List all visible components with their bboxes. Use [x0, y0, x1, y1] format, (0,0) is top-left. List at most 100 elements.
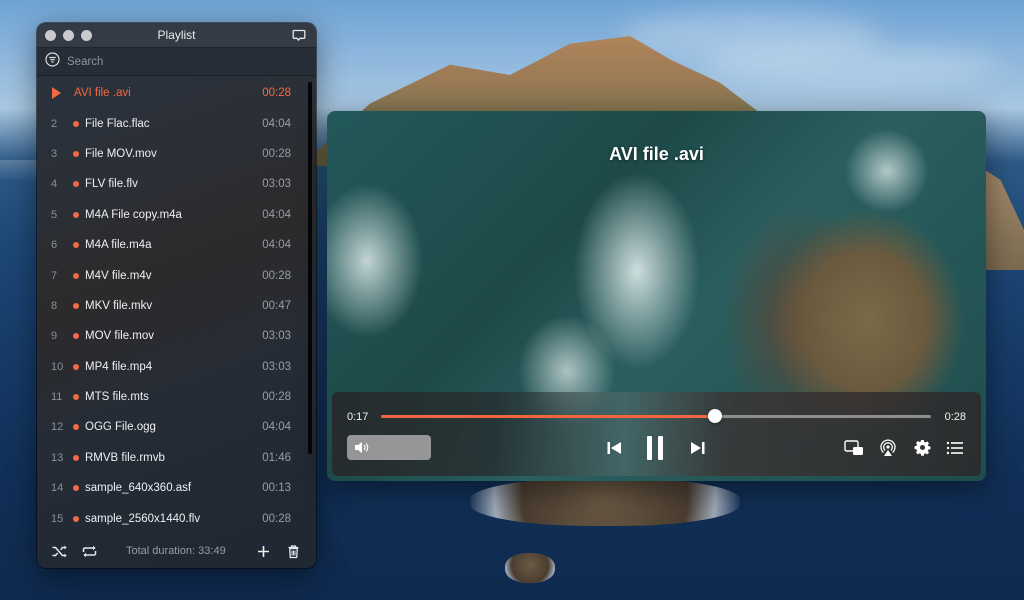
playlist-item-number: 7	[51, 269, 58, 282]
playlist-item-duration: 00:28	[262, 87, 291, 100]
seek-bar[interactable]	[381, 409, 931, 423]
playlist-item[interactable]: 10 MP4 file.mp4 03:03	[37, 352, 316, 382]
playlist-item[interactable]: 8 MKV file.mkv 00:47	[37, 291, 316, 321]
playlist-item-duration: 04:04	[262, 117, 291, 130]
playlist-item[interactable]: 5 M4A File copy.m4a 04:04	[37, 200, 316, 230]
playlist-item-duration: 00:28	[262, 147, 291, 160]
picture-in-picture-icon	[844, 439, 863, 455]
zoom-button[interactable]	[81, 29, 92, 41]
playlist-item-name: sample_640x360.asf	[85, 482, 192, 495]
cliff	[985, 170, 1024, 270]
playlist-item-duration: 04:04	[262, 208, 291, 221]
playlist-item[interactable]: 14 sample_640x360.asf 00:13	[37, 473, 316, 503]
shore	[0, 160, 40, 180]
skip-previous-icon	[607, 441, 621, 454]
settings-button[interactable]	[911, 435, 933, 460]
total-time: 0:28	[944, 411, 966, 423]
playlist-item-name: M4A File copy.m4a	[85, 208, 182, 221]
playlist-item-number: 4	[51, 178, 58, 191]
playlist-item-name: MOV file.mov	[85, 330, 155, 343]
playback-controls: 0:17 0:28	[332, 392, 981, 476]
shuffle-icon[interactable]	[51, 543, 68, 560]
playlist-item-number: 2	[51, 117, 58, 130]
unplayed-dot-icon	[73, 333, 79, 340]
unplayed-dot-icon	[73, 150, 79, 157]
unplayed-dot-icon	[73, 120, 79, 127]
unplayed-dot-icon	[73, 424, 79, 431]
playlist-item-name: RMVB file.rmvb	[85, 451, 165, 464]
airplay-button[interactable]	[877, 435, 899, 460]
repeat-icon[interactable]	[81, 543, 98, 560]
playlist-item-number: 10	[51, 360, 64, 373]
islet	[470, 478, 740, 526]
volume-control[interactable]	[347, 435, 431, 460]
unplayed-dot-icon	[73, 302, 79, 309]
playlist-item-number: 15	[51, 512, 64, 525]
playlist-item-name: MKV file.mkv	[85, 299, 153, 312]
playlist-item-name: AVI file .avi	[74, 87, 131, 100]
playlist-item[interactable]: 6 M4A file.m4a 04:04	[37, 230, 316, 260]
unplayed-dot-icon	[73, 211, 79, 218]
window-controls	[45, 29, 92, 41]
airplay-icon	[880, 438, 896, 456]
playlist-item[interactable]: 12 OGG File.ogg 04:04	[37, 412, 316, 442]
pause-icon	[647, 435, 663, 460]
next-button[interactable]	[686, 435, 710, 460]
unplayed-dot-icon	[73, 394, 79, 401]
previous-button[interactable]	[602, 435, 626, 460]
playlist-list: AVI file .avi 00:28 2 File Flac.flac 04:04 3 F…	[37, 78, 316, 535]
playlist-item[interactable]: 2 File Flac.flac 04:04	[37, 108, 316, 138]
plus-icon[interactable]	[255, 543, 272, 560]
playlist-window: Playlist AVI file .avi 00:28 2 File Flac.fl…	[37, 23, 316, 568]
playlist-item-name: MP4 file.mp4	[85, 360, 153, 373]
playlist-item-name: MTS file.mts	[85, 391, 149, 404]
video-player-window: AVI file .avi 0:17 0:28	[327, 111, 986, 481]
gear-icon	[914, 439, 930, 456]
playlist-item-number: 11	[51, 391, 63, 404]
chat-bubble-icon[interactable]	[292, 28, 306, 42]
playlist-item-duration: 00:28	[262, 512, 291, 525]
playlist-item[interactable]: 15 sample_2560x1440.flv 00:28	[37, 503, 316, 533]
pip-button[interactable]	[843, 435, 865, 460]
unplayed-dot-icon	[73, 363, 79, 370]
islet	[505, 553, 555, 583]
total-duration: Total duration: 33:49	[126, 545, 226, 557]
playlist-item-duration: 00:47	[262, 299, 291, 312]
playlist-titlebar[interactable]: Playlist	[37, 23, 316, 48]
playlist-item-name: OGG File.ogg	[85, 421, 156, 434]
current-time: 0:17	[347, 411, 369, 423]
seek-progress	[381, 415, 715, 418]
playlist-item-duration: 03:03	[262, 330, 291, 343]
playlist-item-number: 8	[51, 299, 58, 312]
filter-icon[interactable]	[45, 51, 60, 72]
playlist-item-number: 3	[51, 147, 58, 160]
playlist-toggle-button[interactable]	[944, 435, 966, 460]
playlist-item-name: sample_2560x1440.flv	[85, 512, 201, 525]
playlist-item[interactable]: 3 File MOV.mov 00:28	[37, 139, 316, 169]
playlist-item[interactable]: 9 MOV file.mov 03:03	[37, 321, 316, 351]
seek-thumb[interactable]	[707, 409, 722, 423]
playlist-item-duration: 01:46	[262, 451, 291, 464]
search-input[interactable]	[67, 55, 287, 68]
trash-icon[interactable]	[285, 543, 302, 560]
playlist-item-duration: 03:03	[262, 360, 291, 373]
unplayed-dot-icon	[73, 485, 79, 492]
playlist-item-number: 5	[51, 208, 58, 221]
playlist-item[interactable]: AVI file .avi 00:28	[37, 78, 316, 108]
playlist-item[interactable]: 13 RMVB file.rmvb 01:46	[37, 443, 316, 473]
list-icon	[946, 441, 963, 454]
playlist-item[interactable]: 7 M4V file.m4v 00:28	[37, 260, 316, 290]
pause-button[interactable]	[643, 435, 667, 460]
playlist-item-duration: 00:28	[262, 269, 291, 282]
playlist-scrollbar[interactable]	[308, 82, 312, 454]
playlist-item-number: 12	[51, 421, 64, 434]
playlist-item[interactable]: 11 MTS file.mts 00:28	[37, 382, 316, 412]
playlist-item-number: 9	[51, 330, 58, 343]
playlist-item-name: M4V file.m4v	[85, 269, 152, 282]
minimize-button[interactable]	[63, 29, 74, 41]
playlist-item-number: 14	[51, 482, 64, 495]
playlist-item[interactable]: 4 FLV file.flv 03:03	[37, 169, 316, 199]
close-button[interactable]	[45, 29, 56, 41]
playlist-item-name: File Flac.flac	[85, 117, 150, 130]
now-playing-icon	[52, 87, 61, 100]
